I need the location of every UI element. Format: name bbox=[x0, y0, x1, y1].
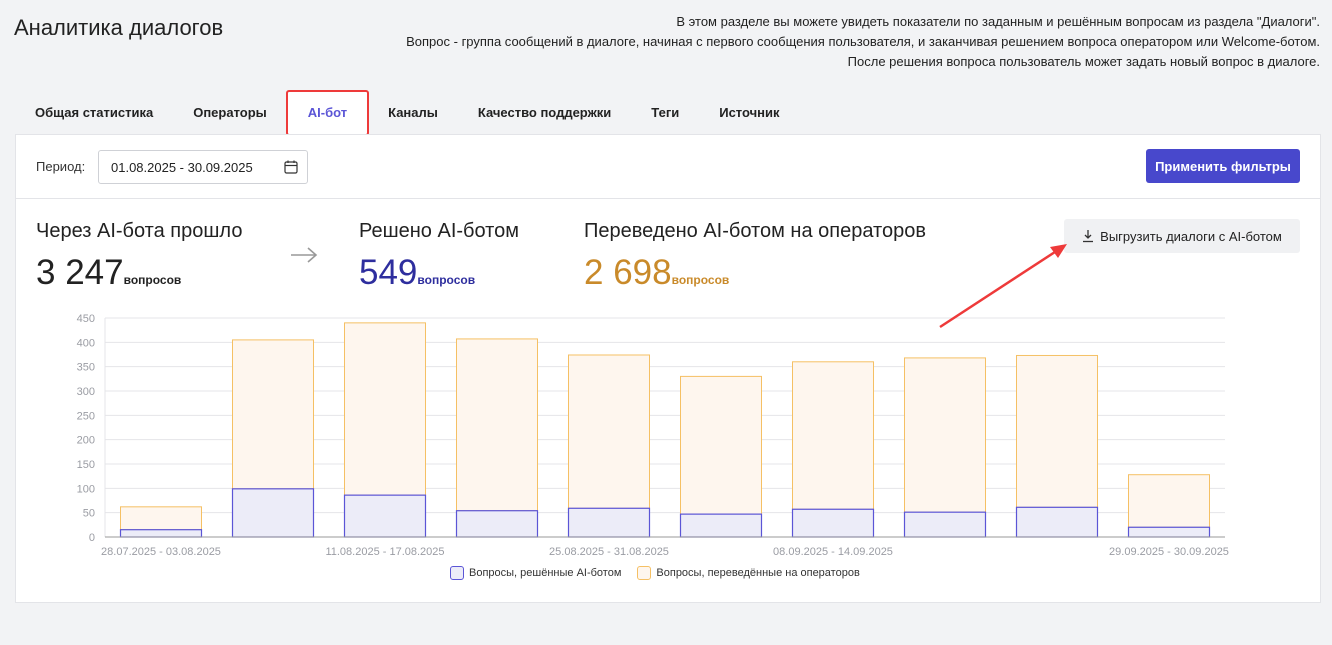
legend-item-resolved[interactable]: Вопросы, решённые AI-ботом bbox=[450, 566, 621, 580]
bar-transferred bbox=[456, 338, 538, 512]
total-unit: вопросов bbox=[123, 273, 182, 287]
calendar-icon[interactable] bbox=[283, 159, 299, 175]
filters-bar: Период: 01.08.2025 - 30.09.2025 Применит… bbox=[16, 135, 1320, 199]
period-date-input[interactable]: 01.08.2025 - 30.09.2025 bbox=[98, 150, 308, 184]
y-tick-label: 450 bbox=[77, 313, 95, 325]
apply-filters-button[interactable]: Применить фильтры bbox=[1146, 149, 1300, 183]
tab-quality[interactable]: Качество поддержки bbox=[458, 91, 631, 135]
tab-tags[interactable]: Теги bbox=[631, 91, 699, 135]
legend-swatch-transferred bbox=[637, 566, 652, 580]
period-label: Период: bbox=[36, 159, 86, 174]
bar-resolved bbox=[119, 529, 203, 538]
bar-resolved bbox=[455, 510, 539, 538]
transferred-label: Переведено AI-ботом на операторов bbox=[584, 220, 926, 242]
bar-transferred bbox=[568, 354, 650, 509]
bar-resolved bbox=[231, 488, 315, 538]
y-tick-label: 400 bbox=[77, 337, 95, 349]
bar-resolved bbox=[1015, 506, 1099, 538]
resolved-unit: вопросов bbox=[417, 273, 476, 287]
legend-label: Вопросы, переведённые на операторов bbox=[656, 567, 860, 579]
total-number: 3 247 bbox=[36, 253, 124, 292]
tab-ai-bot[interactable]: AI-бот bbox=[285, 90, 370, 136]
bar-transferred bbox=[232, 339, 314, 490]
bar-resolved bbox=[679, 513, 763, 538]
legend-item-transferred[interactable]: Вопросы, переведённые на операторов bbox=[637, 566, 860, 580]
export-label: Выгрузить диалоги с AI-ботом bbox=[1100, 228, 1282, 244]
y-tick-label: 50 bbox=[83, 508, 95, 520]
bar-resolved bbox=[1127, 526, 1211, 538]
download-icon bbox=[1083, 230, 1094, 243]
y-tick-label: 350 bbox=[77, 362, 95, 374]
page-description: В этом разделе вы можете увидеть показат… bbox=[406, 12, 1320, 72]
bar-resolved bbox=[567, 507, 651, 538]
x-tick-label: 25.08.2025 - 31.08.2025 bbox=[549, 546, 669, 558]
bar-transferred bbox=[344, 322, 426, 496]
bar-resolved bbox=[903, 511, 987, 538]
y-tick-label: 300 bbox=[77, 386, 95, 398]
y-tick-label: 0 bbox=[89, 532, 95, 544]
resolved-label: Решено AI-ботом bbox=[359, 220, 519, 242]
page-title: Аналитика диалогов bbox=[14, 15, 224, 40]
legend-label: Вопросы, решённые AI-ботом bbox=[469, 567, 622, 579]
y-tick-label: 100 bbox=[77, 483, 95, 495]
x-tick-label: 29.09.2025 - 30.09.2025 bbox=[1109, 546, 1229, 558]
bar-resolved bbox=[343, 494, 427, 538]
total-label: Через AI-бота прошло bbox=[36, 220, 243, 242]
bar-transferred bbox=[792, 361, 874, 510]
x-tick-label: 28.07.2025 - 03.08.2025 bbox=[101, 546, 221, 558]
stacked-bar-chart: 0 50 100 150 200 250 300 350 400 450 28.07.2025 - … bbox=[77, 313, 1229, 558]
bar-transferred bbox=[1016, 354, 1098, 508]
bar-transferred bbox=[904, 357, 986, 513]
description-line: Вопрос - группа сообщений в диалоге, нач… bbox=[406, 34, 1320, 49]
transferred-value: 2 698вопросов bbox=[584, 253, 729, 293]
x-tick-label: 11.08.2025 - 17.08.2025 bbox=[325, 546, 444, 558]
legend-swatch-resolved bbox=[450, 566, 464, 580]
transferred-number: 2 698 bbox=[584, 253, 672, 292]
tab-general[interactable]: Общая статистика bbox=[15, 91, 173, 135]
period-value: 01.08.2025 - 30.09.2025 bbox=[111, 160, 253, 175]
resolved-value: 549вопросов bbox=[359, 253, 475, 293]
tab-channels[interactable]: Каналы bbox=[368, 91, 458, 135]
total-value: 3 247вопросов bbox=[36, 253, 181, 293]
bar-transferred bbox=[680, 375, 762, 515]
y-tick-label: 250 bbox=[77, 410, 95, 422]
resolved-number: 549 bbox=[359, 253, 418, 292]
arrow-right-icon bbox=[291, 247, 318, 263]
y-tick-label: 200 bbox=[77, 435, 95, 447]
chart-legend: Вопросы, решённые AI-ботом Вопросы, пере… bbox=[450, 566, 860, 580]
tab-source[interactable]: Источник bbox=[699, 91, 799, 135]
bar-transferred bbox=[1128, 474, 1210, 528]
x-tick-label: 08.09.2025 - 14.09.2025 bbox=[773, 546, 893, 558]
bar-transferred bbox=[120, 506, 202, 531]
tab-operators[interactable]: Операторы bbox=[173, 91, 287, 135]
tabs: Общая статистика Операторы AI-бот Каналы… bbox=[15, 90, 800, 136]
description-line: В этом разделе вы можете увидеть показат… bbox=[676, 14, 1320, 29]
transferred-unit: вопросов bbox=[671, 273, 730, 287]
bar-resolved bbox=[791, 508, 875, 538]
description-line: После решения вопроса пользователь может… bbox=[847, 54, 1320, 69]
y-tick-label: 150 bbox=[77, 459, 95, 471]
export-dialogs-button[interactable]: Выгрузить диалоги с AI-ботом bbox=[1064, 219, 1300, 253]
